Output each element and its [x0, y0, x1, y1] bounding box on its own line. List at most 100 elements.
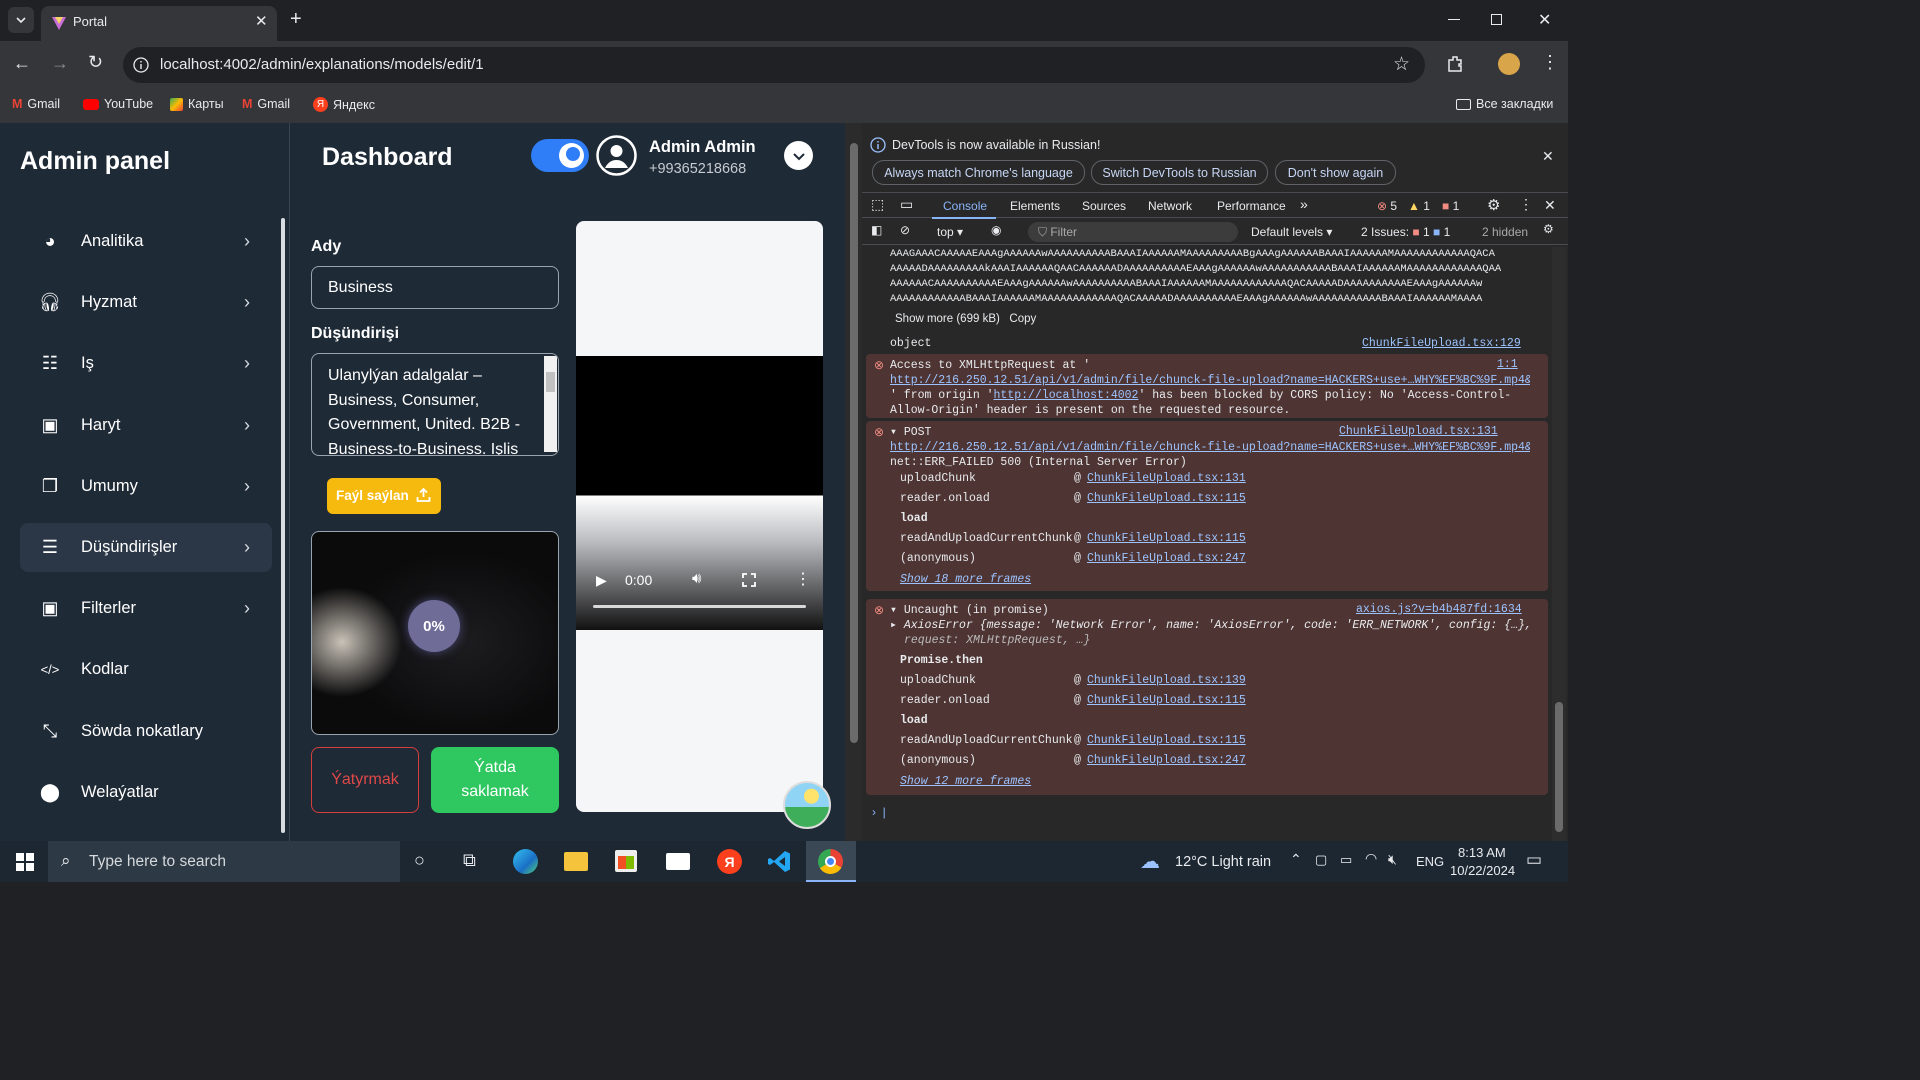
all-bookmarks[interactable]: Все закладки — [1456, 97, 1553, 111]
error-count-badge[interactable]: ⊗ 5 — [1377, 199, 1397, 213]
context-select[interactable]: top ▾ — [937, 225, 963, 239]
levels-select[interactable]: Default levels ▾ — [1251, 225, 1332, 239]
sidebar-item-s-wda-nokatlary[interactable]: ⤡ Söwda nokatlary — [20, 707, 272, 756]
vscode-icon[interactable] — [767, 849, 792, 874]
volume-muted-icon[interactable]: 🔇︎ — [1388, 851, 1397, 868]
show-more-frames-link[interactable]: Show 12 more frames — [900, 775, 1031, 788]
cancel-button[interactable]: Ýatyrmak — [311, 747, 419, 813]
back-icon[interactable]: ← — [13, 53, 31, 74]
play-icon[interactable]: ▶ — [596, 572, 607, 589]
stack-frame-source-link[interactable]: ChunkFileUpload.tsx:115 — [1087, 694, 1246, 707]
device-toggle-icon[interactable]: ▭ — [900, 196, 913, 213]
save-button[interactable]: Ýatda saklamak — [431, 747, 559, 813]
stack-frame-source-link[interactable]: ChunkFileUpload.tsx:247 — [1087, 754, 1246, 767]
clock-date[interactable]: 10/22/2024 — [1450, 863, 1515, 878]
console-settings-icon[interactable]: ⚙ — [1543, 222, 1554, 236]
sidebar-item-wela-atlar[interactable]: ⬤ Welaýatlar — [20, 768, 272, 817]
notifications-icon[interactable]: ▭ — [1526, 850, 1542, 870]
uncaught-source-link[interactable]: axios.js?v=b4b487fd:1634 — [1356, 603, 1522, 616]
browser-menu-icon[interactable]: ⋮ — [1541, 52, 1559, 73]
weather-text[interactable]: 12°C Light rain — [1175, 854, 1271, 870]
show-more-link[interactable]: Show more (699 kB) Copy — [895, 313, 1036, 325]
post-request-url[interactable]: http://216.250.12.51/api/v1/admin/file/c… — [890, 440, 1530, 455]
devtools-menu-icon[interactable]: ⋮ — [1519, 196, 1533, 213]
sidebar-item-kodlar[interactable]: </> Kodlar — [20, 645, 272, 694]
battery-icon[interactable]: ▭ — [1340, 852, 1352, 868]
tray-chevron-icon[interactable]: ⌃ — [1290, 851, 1302, 868]
tab-console[interactable]: Console — [932, 193, 996, 219]
user-menu-button[interactable] — [784, 141, 813, 170]
restore-button[interactable] — [1491, 14, 1502, 25]
video-progress-track[interactable] — [593, 605, 806, 608]
page-scrollbar[interactable] — [845, 123, 862, 841]
info-count-badge[interactable]: ■ 1 — [1442, 199, 1459, 213]
extensions-icon[interactable] — [1445, 54, 1465, 74]
avatar[interactable] — [596, 135, 637, 176]
warning-count-badge[interactable]: ▲ 1 — [1408, 199, 1430, 213]
sidebar-toggle-icon[interactable]: ◧ — [871, 223, 882, 237]
sidebar-item-umumy[interactable]: ❐ Umumy › — [20, 462, 272, 511]
more-tabs-icon[interactable]: » — [1300, 196, 1308, 212]
windows-start-icon[interactable] — [16, 853, 34, 871]
sidebar-item-hyzmat[interactable]: 🎧︎ Hyzmat › — [20, 278, 272, 327]
sidebar-item-i-[interactable]: ☷ Iş › — [20, 339, 272, 388]
cortana-icon[interactable]: ○ — [414, 850, 425, 871]
bookmark-gmail[interactable]: M Gmail — [12, 97, 60, 111]
yandex-browser-icon[interactable]: Я — [717, 849, 742, 874]
devtools-scrollbar[interactable] — [1552, 247, 1566, 841]
stack-frame-source-link[interactable]: ChunkFileUpload.tsx:247 — [1087, 552, 1246, 565]
switch-language-button[interactable]: Switch DevTools to Russian — [1091, 160, 1268, 185]
tab-elements[interactable]: Elements — [1010, 199, 1060, 213]
task-view-icon[interactable]: ⧉ — [463, 850, 476, 871]
chrome-icon[interactable] — [806, 841, 856, 882]
bookmark-yandex[interactable]: Я Яндекс — [313, 97, 375, 112]
settings-gear-icon[interactable]: ⚙ — [1487, 196, 1500, 214]
dont-show-button[interactable]: Don't show again — [1275, 160, 1396, 185]
stack-frame-source-link[interactable]: ChunkFileUpload.tsx:115 — [1087, 492, 1246, 505]
object-source-link[interactable]: ChunkFileUpload.tsx:129 — [1362, 337, 1521, 350]
bookmark-star-icon[interactable]: ☆ — [1393, 53, 1410, 76]
close-window-button[interactable]: ✕ — [1538, 10, 1551, 30]
bookmark-maps[interactable]: Карты — [170, 97, 224, 111]
new-tab-button[interactable]: + — [290, 8, 302, 31]
tab-performance[interactable]: Performance — [1217, 199, 1286, 213]
stack-frame-source-link[interactable]: ChunkFileUpload.tsx:115 — [1087, 734, 1246, 747]
minimize-button[interactable] — [1448, 19, 1460, 20]
name-field[interactable]: Business — [311, 266, 559, 309]
sidebar-item-haryt[interactable]: ▣ Haryt › — [20, 401, 272, 450]
taskbar-search-box[interactable]: ⌕ Type here to search — [48, 841, 400, 882]
store-icon[interactable] — [615, 850, 637, 872]
profile-avatar[interactable] — [1498, 53, 1520, 75]
fullscreen-icon[interactable] — [742, 573, 756, 587]
theme-toggle[interactable] — [531, 139, 589, 172]
tab-search-button[interactable] — [8, 7, 34, 33]
console-filter-input[interactable]: ⛉ Filter — [1028, 222, 1238, 242]
browser-tab[interactable]: Portal ✕ — [41, 6, 277, 41]
origin-link[interactable]: http://localhost:4002 — [994, 389, 1139, 402]
sidebar-item-d-ndiri-ler[interactable]: ☰ Düşündirişler › — [20, 523, 272, 572]
site-info-icon[interactable] — [133, 57, 149, 73]
console-prompt[interactable]: › | — [872, 805, 886, 819]
video-more-icon[interactable]: ⋮ — [795, 569, 811, 589]
match-language-button[interactable]: Always match Chrome's language — [872, 160, 1085, 185]
volume-icon[interactable]: 🔊︎ — [692, 570, 701, 587]
stack-frame-source-link[interactable]: ChunkFileUpload.tsx:115 — [1087, 532, 1246, 545]
issues-link[interactable]: 2 Issues: ■ 1 ■ 1 — [1361, 225, 1450, 239]
stack-frame-source-link[interactable]: ChunkFileUpload.tsx:131 — [1087, 472, 1246, 485]
textarea-scrollbar[interactable] — [544, 356, 557, 452]
cors-source-link[interactable]: 1:1 — [1497, 358, 1518, 371]
stack-frame-source-link[interactable]: ChunkFileUpload.tsx:139 — [1087, 674, 1246, 687]
bookmark-youtube[interactable]: YouTube — [83, 97, 153, 111]
tab-network[interactable]: Network — [1148, 199, 1192, 213]
sidebar-scrollbar[interactable] — [281, 218, 285, 833]
upload-file-button[interactable]: Faýl saýlan — [327, 478, 441, 514]
forward-icon[interactable]: → — [51, 53, 69, 74]
cors-request-url[interactable]: http://216.250.12.51/api/v1/admin/file/c… — [890, 373, 1530, 388]
reload-icon[interactable]: ↻ — [88, 52, 103, 73]
live-expression-icon[interactable]: ◉ — [991, 223, 1001, 237]
description-textarea[interactable]: Ulanylýan adalgalar – Business, Consumer… — [311, 353, 559, 456]
tab-sources[interactable]: Sources — [1082, 199, 1126, 213]
clear-console-icon[interactable]: ⊘ — [900, 223, 910, 237]
sidebar-item-analitika[interactable]: ◕ Analitika › — [20, 217, 272, 266]
close-tab-icon[interactable]: ✕ — [255, 12, 268, 30]
